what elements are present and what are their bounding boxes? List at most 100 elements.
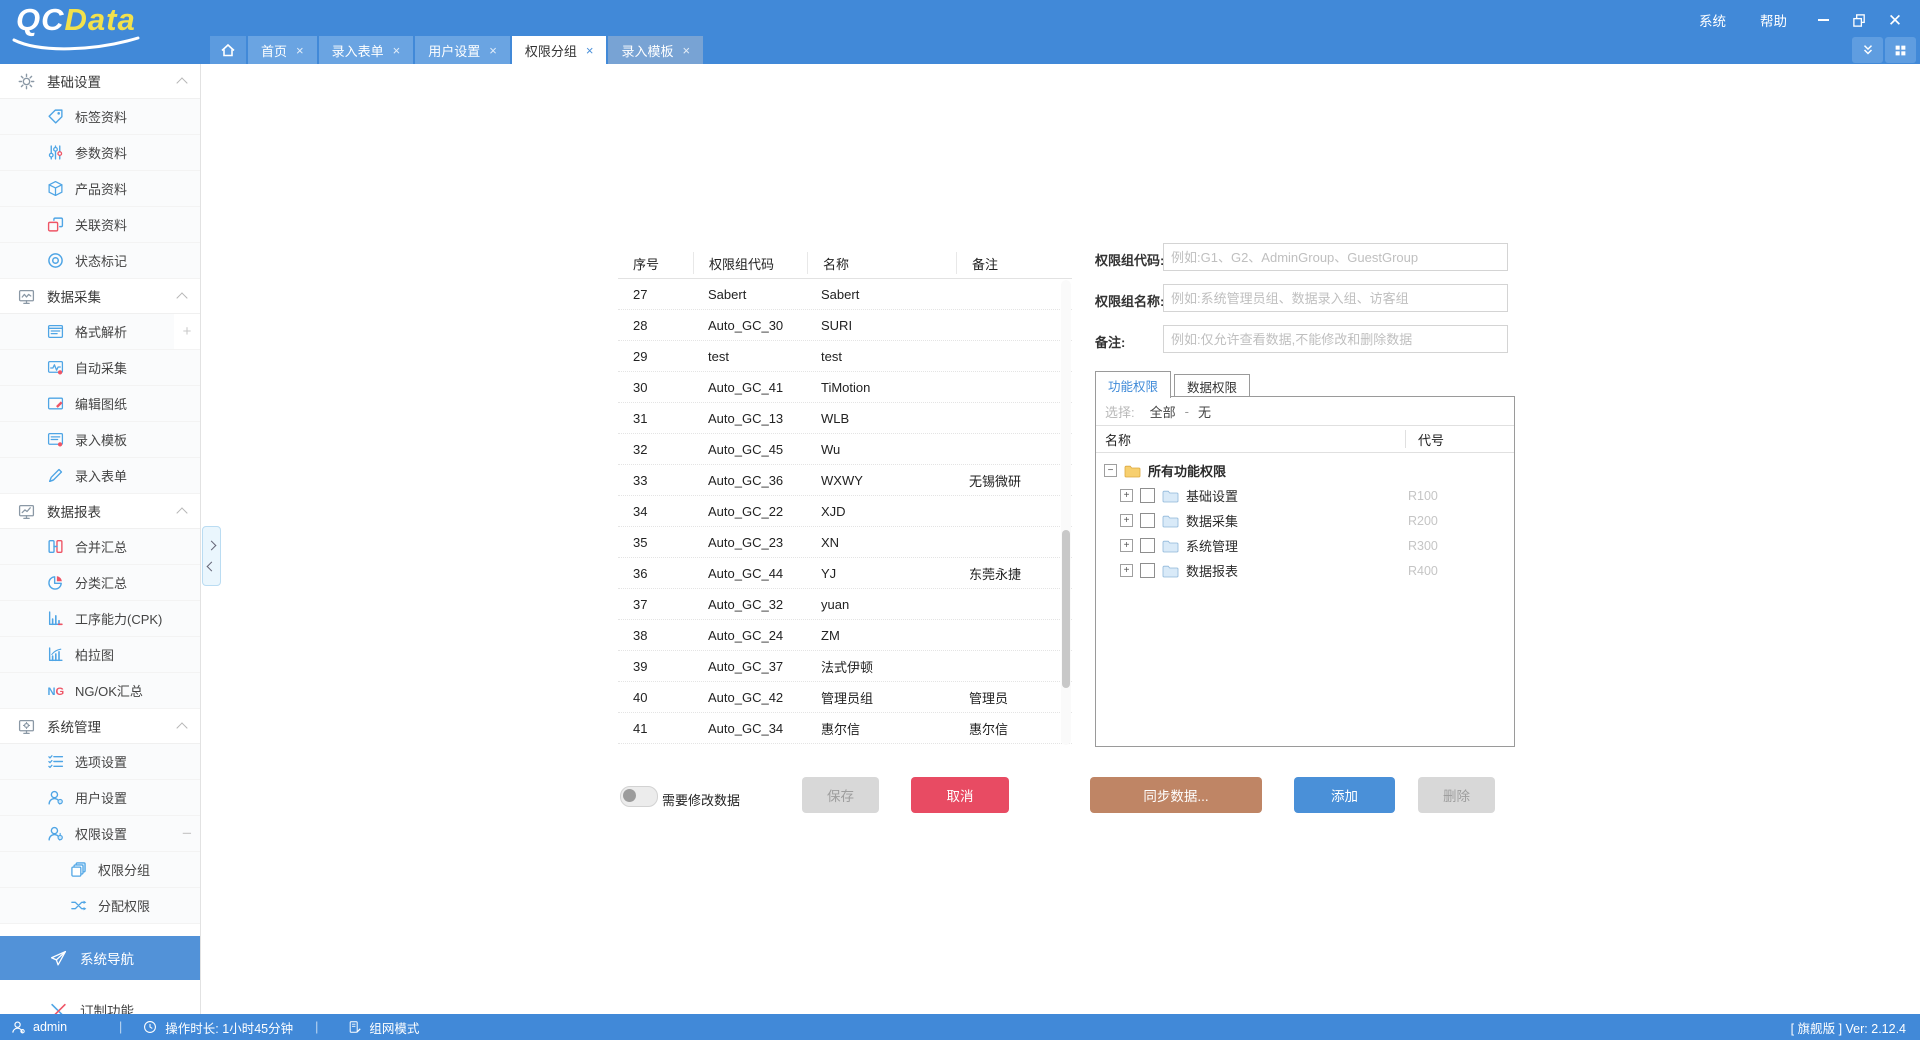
table-row[interactable]: 29testtest [618, 341, 1072, 372]
sidebar-nav-button[interactable]: 系统导航 [0, 936, 200, 980]
chevron-right-icon[interactable] [207, 540, 217, 550]
tree-collapse-box[interactable]: − [1104, 464, 1117, 477]
chevron-left-icon[interactable] [207, 562, 217, 572]
sidebar-subitem[interactable]: 权限分组 [0, 852, 200, 888]
tab-close-icon[interactable]: × [393, 43, 401, 58]
sidebar-item[interactable]: 状态标记 [0, 243, 200, 279]
add-button[interactable]: 添加 [1294, 777, 1395, 813]
table-row[interactable]: 33Auto_GC_36WXWY无锡微研 [618, 465, 1072, 496]
table-row[interactable]: 31Auto_GC_13WLB [618, 403, 1072, 434]
sidebar-section-header[interactable]: 数据报表 [0, 494, 200, 529]
table-scrollbar-thumb[interactable] [1062, 530, 1070, 688]
tab-item[interactable]: 用户设置× [415, 36, 510, 64]
sidebar-item[interactable]: 格式解析+ [0, 314, 200, 350]
tab-item[interactable]: 首页× [248, 36, 317, 64]
tree-expand-box[interactable]: + [1120, 489, 1133, 502]
table-row[interactable]: 40Auto_GC_42管理员组管理员 [618, 682, 1072, 713]
table-row[interactable]: 41Auto_GC_34惠尔信惠尔信 [618, 713, 1072, 744]
tree-node-checkbox[interactable] [1140, 538, 1155, 553]
sidebar-item[interactable]: NGNG/OK汇总 [0, 673, 200, 709]
table-row[interactable]: 42Auto_GC_46拉美医疗拉美医疗 [618, 744, 1072, 746]
table-header-cell[interactable]: 权限组代码 [694, 252, 808, 274]
tree-node-row[interactable]: +数据报表R400 [1096, 558, 1514, 583]
menu-help[interactable]: 帮助 [1743, 6, 1804, 34]
tab-data-permission[interactable]: 数据权限 [1174, 374, 1250, 398]
sidebar-item[interactable]: 工序能力(CPK) [0, 601, 200, 637]
tab-home[interactable] [210, 36, 246, 64]
tab-function-permission[interactable]: 功能权限 [1095, 371, 1171, 398]
sidebar-item[interactable]: 权限设置 − [0, 816, 200, 852]
tree-root-row[interactable]: −所有功能权限 [1096, 458, 1514, 483]
sidebar-item[interactable]: 分类汇总 [0, 565, 200, 601]
tree-node-row[interactable]: +基础设置R100 [1096, 483, 1514, 508]
quick-action-button[interactable]: − [174, 816, 200, 851]
tab-scroll-button[interactable] [1852, 37, 1883, 63]
table-row[interactable]: 28Auto_GC_30SURI [618, 310, 1072, 341]
table-header-cell[interactable]: 名称 [808, 252, 957, 274]
sync-data-button[interactable]: 同步数据... [1090, 777, 1262, 813]
sidebar-item-label: 权限设置 [75, 824, 127, 843]
table-row[interactable]: 38Auto_GC_24ZM [618, 620, 1072, 651]
tab-close-icon[interactable]: × [586, 43, 594, 58]
sidebar-item[interactable]: 标签资料 [0, 99, 200, 135]
select-all-link[interactable]: 全部 [1150, 402, 1176, 421]
select-label: 选择: [1105, 402, 1135, 421]
save-button[interactable]: 保存 [802, 777, 879, 813]
sidebar-item[interactable]: 关联资料 [0, 207, 200, 243]
table-row[interactable]: 30Auto_GC_41TiMotion [618, 372, 1072, 403]
delete-button[interactable]: 删除 [1418, 777, 1495, 813]
sidebar-collapse-control[interactable] [202, 526, 221, 586]
table-header-cell[interactable]: 备注 [957, 252, 1072, 274]
tree-node-row[interactable]: +数据采集R200 [1096, 508, 1514, 533]
menu-system[interactable]: 系统 [1682, 6, 1743, 34]
sidebar-item[interactable]: 选项设置 [0, 744, 200, 780]
table-row[interactable]: 39Auto_GC_37法式伊顿 [618, 651, 1072, 682]
sidebar-subitem[interactable]: 分配权限 [0, 888, 200, 924]
tab-list-button[interactable] [1885, 37, 1916, 63]
tree-expand-box[interactable]: + [1120, 564, 1133, 577]
sidebar-item[interactable]: 产品资料 [0, 171, 200, 207]
tab-close-icon[interactable]: × [296, 43, 304, 58]
table-row[interactable]: 36Auto_GC_44YJ东莞永捷 [618, 558, 1072, 589]
sidebar-custom-button[interactable]: 订制功能 [0, 990, 200, 1014]
group-code-input[interactable] [1163, 243, 1508, 271]
table-row[interactable]: 37Auto_GC_32yuan [618, 589, 1072, 620]
sidebar-item[interactable]: 录入表单 [0, 458, 200, 494]
sidebar-item[interactable]: 自动采集 [0, 350, 200, 386]
tab-close-icon[interactable]: × [489, 43, 497, 58]
minimize-button[interactable] [1806, 9, 1840, 31]
table-header-cell[interactable]: 序号 [618, 252, 694, 274]
sidebar-section-header[interactable]: 系统管理 [0, 709, 200, 744]
table-row[interactable]: 27SabertSabert [618, 279, 1072, 310]
tree-node-row[interactable]: +系统管理R300 [1096, 533, 1514, 558]
sidebar-section-header[interactable]: 基础设置 [0, 64, 200, 99]
note-input[interactable] [1163, 325, 1508, 353]
sidebar-item[interactable]: 编辑图纸 [0, 386, 200, 422]
sidebar-item[interactable]: 录入模板 [0, 422, 200, 458]
restore-button[interactable] [1842, 9, 1876, 31]
tab-close-icon[interactable]: × [682, 43, 690, 58]
table-row[interactable]: 34Auto_GC_22XJD [618, 496, 1072, 527]
close-button[interactable]: ✕ [1878, 9, 1912, 31]
tree-node-checkbox[interactable] [1140, 488, 1155, 503]
tab-item[interactable]: 权限分组× [512, 36, 607, 64]
table-row[interactable]: 35Auto_GC_23XN [618, 527, 1072, 558]
sidebar-item[interactable]: 参数资料 [0, 135, 200, 171]
sidebar-item[interactable]: 合并汇总 [0, 529, 200, 565]
quick-action-button[interactable]: + [174, 314, 200, 349]
group-name-input[interactable] [1163, 284, 1508, 312]
tree-node-checkbox[interactable] [1140, 513, 1155, 528]
plane-icon [50, 950, 67, 967]
tree-node-checkbox[interactable] [1140, 563, 1155, 578]
sidebar-section-header[interactable]: 数据采集 [0, 279, 200, 314]
modify-data-toggle[interactable] [620, 786, 658, 807]
select-none-link[interactable]: 无 [1198, 402, 1211, 421]
sidebar-item[interactable]: 柏拉图 [0, 637, 200, 673]
tab-item[interactable]: 录入表单× [319, 36, 414, 64]
sidebar-item[interactable]: 用户设置 [0, 780, 200, 816]
table-row[interactable]: 32Auto_GC_45Wu [618, 434, 1072, 465]
tree-expand-box[interactable]: + [1120, 514, 1133, 527]
tree-expand-box[interactable]: + [1120, 539, 1133, 552]
tab-item[interactable]: 录入模板× [608, 36, 703, 64]
cancel-button[interactable]: 取消 [911, 777, 1009, 813]
